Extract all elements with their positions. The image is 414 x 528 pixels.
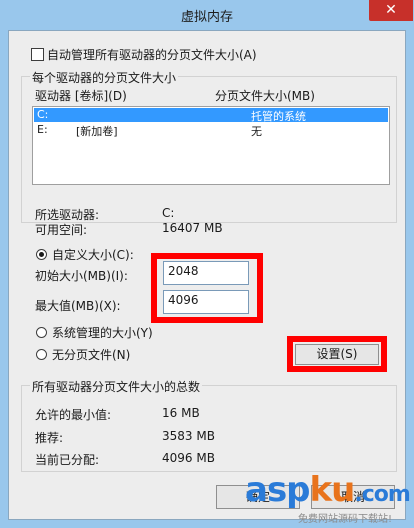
size-column-header: 分页文件大小(MB)	[215, 89, 315, 103]
drive-column-header: 驱动器 [卷标](D)	[35, 89, 127, 103]
min-size-value: 16 MB	[162, 406, 200, 420]
title-bar[interactable]: 虚拟内存 ✕	[0, 0, 414, 30]
window-title: 虚拟内存	[180, 10, 233, 25]
watermark-tagline: 免费网站源码下载站!	[298, 514, 393, 525]
drive-row-e[interactable]: E: [新加卷] 无	[34, 123, 388, 138]
drive-letter: C:	[37, 108, 49, 121]
close-button[interactable]: ✕	[369, 0, 413, 21]
per-drive-group-legend: 每个驱动器的分页文件大小	[30, 69, 179, 86]
virtual-memory-window: 虚拟内存 ✕ 自动管理所有驱动器的分页文件大小(A) 每个驱动器的分页文件大小 …	[0, 0, 414, 528]
initial-size-label: 初始大小(MB)(I):	[35, 269, 128, 283]
no-paging-label[interactable]: 无分页文件(N)	[52, 346, 130, 363]
system-managed-radio[interactable]	[36, 327, 47, 338]
free-space-value: 16407 MB	[162, 221, 223, 235]
drive-size: 无	[251, 125, 262, 138]
custom-size-radio[interactable]	[36, 249, 47, 260]
auto-manage-label[interactable]: 自动管理所有驱动器的分页文件大小(A)	[47, 46, 257, 63]
watermark-suffix: .com	[354, 482, 410, 507]
close-icon: ✕	[385, 2, 397, 18]
radio-selected-dot	[39, 252, 44, 257]
custom-size-label[interactable]: 自定义大小(C):	[52, 246, 134, 263]
highlight-box-size-inputs	[151, 253, 263, 323]
current-allocated-label: 当前已分配:	[35, 453, 100, 467]
max-size-label: 最大值(MB)(X):	[35, 299, 121, 313]
totals-group-legend: 所有驱动器分页文件大小的总数	[30, 378, 203, 395]
auto-manage-checkbox[interactable]	[31, 48, 44, 61]
dialog-body: 自动管理所有驱动器的分页文件大小(A) 每个驱动器的分页文件大小 驱动器 [卷标…	[8, 30, 406, 520]
highlight-box-set-button	[287, 336, 387, 372]
drive-label: [新加卷]	[76, 125, 118, 138]
drive-letter: E:	[37, 123, 48, 136]
recommended-label: 推荐:	[35, 431, 64, 445]
drive-size: 托管的系统	[251, 110, 306, 123]
current-allocated-value: 4096 MB	[162, 451, 215, 465]
drive-row-c[interactable]: C: 托管的系统	[34, 108, 388, 123]
free-space-label: 可用空间:	[35, 223, 88, 237]
system-managed-label[interactable]: 系统管理的大小(Y)	[52, 324, 153, 341]
selected-drive-value: C:	[162, 206, 175, 220]
min-size-label: 允许的最小值:	[35, 408, 112, 422]
no-paging-radio[interactable]	[36, 349, 47, 360]
drive-list[interactable]: C: 托管的系统 E: [新加卷] 无	[32, 106, 390, 185]
recommended-value: 3583 MB	[162, 429, 215, 443]
